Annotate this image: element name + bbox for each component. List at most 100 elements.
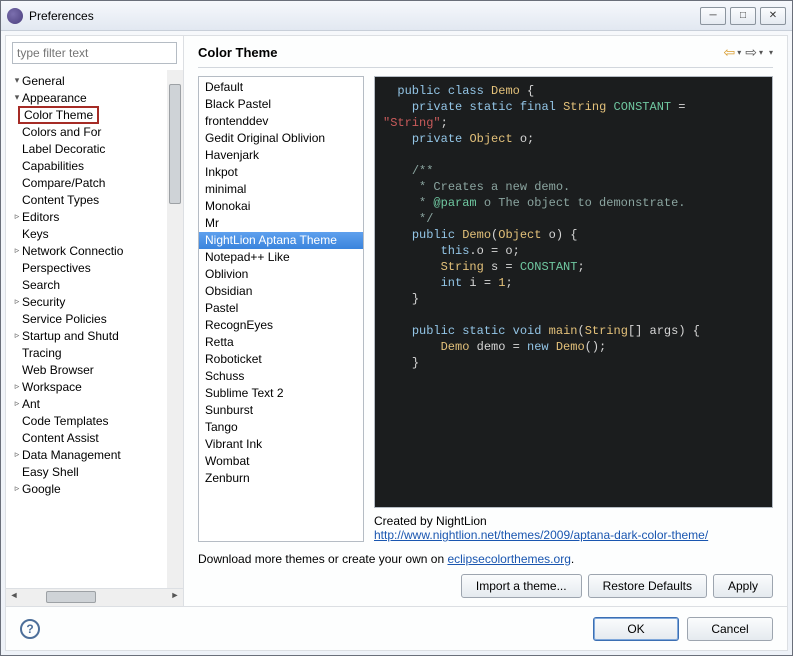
tree-item[interactable]: Compare/Patch: [8, 174, 183, 191]
filter-input[interactable]: [12, 42, 177, 64]
tree-item[interactable]: Color Theme: [8, 106, 183, 123]
tree-item[interactable]: Capabilities: [8, 157, 183, 174]
twisty-icon[interactable]: ▾: [12, 75, 22, 86]
tree-item-label: Label Decoratic: [22, 142, 105, 156]
nav-forward-icon[interactable]: ⇨: [745, 44, 757, 61]
theme-list-item[interactable]: NightLion Aptana Theme: [199, 232, 363, 249]
tree-item[interactable]: Easy Shell: [8, 463, 183, 480]
tree-scrollbar-thumb[interactable]: [169, 84, 181, 204]
nav-back-menu-icon[interactable]: ▾: [737, 48, 741, 57]
tree-item[interactable]: Tracing: [8, 344, 183, 361]
tree-item-label: Perspectives: [22, 261, 91, 275]
tree-item-label: Data Management: [22, 448, 121, 462]
theme-list-item[interactable]: minimal: [199, 181, 363, 198]
tree-scrollbar-vertical[interactable]: [167, 70, 183, 588]
tree-item-label: Ant: [22, 397, 40, 411]
tree-item[interactable]: Web Browser: [8, 361, 183, 378]
theme-list-item[interactable]: Black Pastel: [199, 96, 363, 113]
tree-item[interactable]: ▹Startup and Shutd: [8, 327, 183, 344]
twisty-icon[interactable]: ▹: [12, 245, 22, 256]
theme-list-item[interactable]: Gedit Original Oblivion: [199, 130, 363, 147]
tree-item-label: Web Browser: [22, 363, 94, 377]
eclipsecolorthemes-link[interactable]: eclipsecolorthemes.org: [447, 552, 570, 566]
theme-list-item[interactable]: Sunburst: [199, 402, 363, 419]
tree-item[interactable]: Keys: [8, 225, 183, 242]
tree-item-label: Keys: [22, 227, 49, 241]
tree-item-label: Editors: [22, 210, 59, 224]
scroll-right-icon[interactable]: ►: [167, 590, 183, 604]
twisty-icon[interactable]: ▹: [12, 330, 22, 341]
tree-item[interactable]: Service Policies: [8, 310, 183, 327]
tree-item[interactable]: ▹Workspace: [8, 378, 183, 395]
theme-list-item[interactable]: Sublime Text 2: [199, 385, 363, 402]
twisty-icon[interactable]: ▹: [12, 483, 22, 494]
theme-list-item[interactable]: Retta: [199, 334, 363, 351]
twisty-icon[interactable]: ▹: [12, 381, 22, 392]
tree-item[interactable]: Content Types: [8, 191, 183, 208]
twisty-icon[interactable]: ▹: [12, 296, 22, 307]
minimize-button[interactable]: ─: [700, 7, 726, 25]
theme-list-item[interactable]: Mr: [199, 215, 363, 232]
tree-item-label: General: [22, 74, 65, 88]
theme-list-item[interactable]: Tango: [199, 419, 363, 436]
tree-item[interactable]: Perspectives: [8, 259, 183, 276]
theme-list-item[interactable]: RecognEyes: [199, 317, 363, 334]
help-icon[interactable]: ?: [20, 619, 40, 639]
theme-list-item[interactable]: Zenburn: [199, 470, 363, 487]
theme-list-item[interactable]: Pastel: [199, 300, 363, 317]
theme-list-item[interactable]: Notepad++ Like: [199, 249, 363, 266]
theme-list-item[interactable]: Wombat: [199, 453, 363, 470]
theme-list-item[interactable]: frontenddev: [199, 113, 363, 130]
theme-list[interactable]: DefaultBlack PastelfrontenddevGedit Orig…: [198, 76, 364, 542]
upper-split: ▾General▾AppearanceColor ThemeColors and…: [6, 36, 787, 606]
preference-tree[interactable]: ▾General▾AppearanceColor ThemeColors and…: [6, 70, 183, 588]
tree-item[interactable]: Search: [8, 276, 183, 293]
cancel-button[interactable]: Cancel: [687, 617, 773, 641]
tree-item-label: Workspace: [22, 380, 82, 394]
page-menu-icon[interactable]: ▾: [769, 48, 773, 57]
theme-list-item[interactable]: Vibrant Ink: [199, 436, 363, 453]
theme-list-item[interactable]: Obsidian: [199, 283, 363, 300]
ok-button[interactable]: OK: [593, 617, 679, 641]
tree-item[interactable]: ▾General: [8, 72, 183, 89]
tree-hscroll-thumb[interactable]: [46, 591, 96, 603]
theme-list-item[interactable]: Havenjark: [199, 147, 363, 164]
action-row: Import a theme... Restore Defaults Apply: [198, 574, 773, 598]
nav-back-icon[interactable]: ⇦: [723, 44, 735, 61]
theme-row: DefaultBlack PastelfrontenddevGedit Orig…: [198, 76, 773, 542]
tree-item[interactable]: ▹Google: [8, 480, 183, 497]
tree-item[interactable]: Label Decoratic: [8, 140, 183, 157]
import-theme-button[interactable]: Import a theme...: [461, 574, 582, 598]
maximize-button[interactable]: □: [730, 7, 756, 25]
twisty-icon[interactable]: ▹: [12, 211, 22, 222]
apply-button[interactable]: Apply: [713, 574, 773, 598]
tree-item[interactable]: ▹Ant: [8, 395, 183, 412]
theme-list-item[interactable]: Inkpot: [199, 164, 363, 181]
twisty-icon[interactable]: ▹: [12, 398, 22, 409]
theme-list-item[interactable]: Default: [199, 79, 363, 96]
theme-url-link[interactable]: http://www.nightlion.net/themes/2009/apt…: [374, 528, 708, 542]
tree-item[interactable]: ▹Network Connectio: [8, 242, 183, 259]
tree-item[interactable]: Code Templates: [8, 412, 183, 429]
theme-list-item[interactable]: Monokai: [199, 198, 363, 215]
theme-list-item[interactable]: Oblivion: [199, 266, 363, 283]
tree-item[interactable]: ▹Security: [8, 293, 183, 310]
twisty-icon[interactable]: ▾: [12, 92, 22, 103]
restore-defaults-button[interactable]: Restore Defaults: [588, 574, 707, 598]
tree-item[interactable]: ▾Appearance: [8, 89, 183, 106]
theme-list-item[interactable]: Roboticket: [199, 351, 363, 368]
tree-item[interactable]: Content Assist: [8, 429, 183, 446]
close-button[interactable]: ✕: [760, 7, 786, 25]
nav-forward-menu-icon[interactable]: ▾: [759, 48, 763, 57]
theme-list-item[interactable]: Schuss: [199, 368, 363, 385]
tree-item-label: Search: [22, 278, 60, 292]
tree-item-label: Google: [22, 482, 61, 496]
tree-item-label: Appearance: [22, 91, 87, 105]
tree-item[interactable]: ▹Data Management: [8, 446, 183, 463]
tree-scrollbar-horizontal[interactable]: ◄ ►: [6, 588, 183, 606]
twisty-icon[interactable]: ▹: [12, 449, 22, 460]
tree-item[interactable]: ▹Editors: [8, 208, 183, 225]
tree-item[interactable]: Colors and For: [8, 123, 183, 140]
scroll-left-icon[interactable]: ◄: [6, 590, 22, 604]
page-title: Color Theme: [198, 45, 719, 60]
